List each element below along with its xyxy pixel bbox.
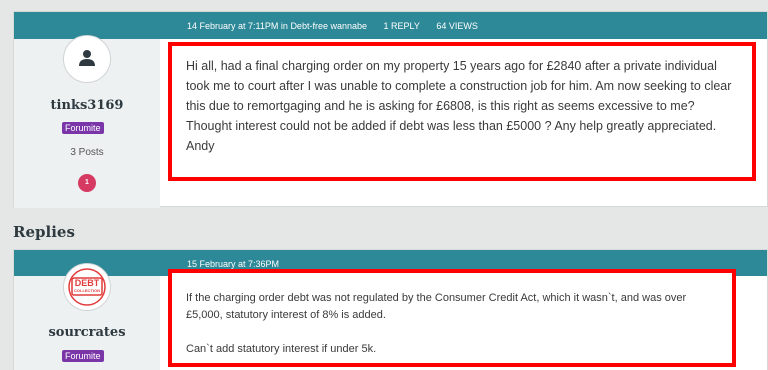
reply-body: If the charging order debt was not regul… xyxy=(160,269,767,370)
user-silhouette-icon xyxy=(79,50,95,66)
author-username[interactable]: tinks3169 xyxy=(14,98,160,113)
reply-post: 15 February at 7:36PM DEBT COLLECTION so… xyxy=(13,249,768,370)
post-message-highlight: Hi all, had a final charging order on my… xyxy=(168,42,756,181)
view-count: 64 VIEWS xyxy=(436,21,478,31)
stamp-text-bottom: COLLECTION xyxy=(74,288,100,293)
reply-author-role-badge: Forumite xyxy=(62,350,104,362)
author-post-count: 3 Posts xyxy=(70,147,104,158)
reply-author-username[interactable]: sourcrates xyxy=(14,325,160,340)
stamp-text-top: DEBT xyxy=(74,278,100,288)
reply-message-highlight: If the charging order debt was not regul… xyxy=(168,269,736,367)
reply-message-text-1: If the charging order debt was not regul… xyxy=(186,292,687,321)
post-message-text: Hi all, had a final charging order on my… xyxy=(186,59,732,153)
reply-date[interactable]: 15 February at 7:36PM xyxy=(187,259,279,269)
reply-message-text-2: Can`t add statutory interest if under 5k… xyxy=(186,343,377,355)
post-author-sidebar: tinks3169 Forumite 3 Posts 1 xyxy=(14,35,160,208)
original-post: 14 February at 7:11PM in Debt-free wanna… xyxy=(13,11,768,208)
author-role-badge: Forumite xyxy=(62,122,104,134)
post-category-link[interactable]: Debt-free wannabe xyxy=(290,21,367,31)
post-category-prefix: in xyxy=(280,21,288,31)
reply-count[interactable]: 1 REPLY xyxy=(384,21,420,31)
reply-author-avatar[interactable]: DEBT COLLECTION xyxy=(63,263,111,311)
reply-author-sidebar: DEBT COLLECTION sourcrates Forumite xyxy=(14,263,160,370)
author-achievement-badge[interactable]: 1 xyxy=(78,174,96,192)
post-meta-bar: 14 February at 7:11PM in Debt-free wanna… xyxy=(14,12,767,39)
author-avatar[interactable] xyxy=(63,35,111,83)
post-date[interactable]: 14 February at 7:11PM xyxy=(187,21,278,31)
post-body: Hi all, had a final charging order on my… xyxy=(160,39,767,206)
replies-heading: Replies xyxy=(13,223,75,241)
